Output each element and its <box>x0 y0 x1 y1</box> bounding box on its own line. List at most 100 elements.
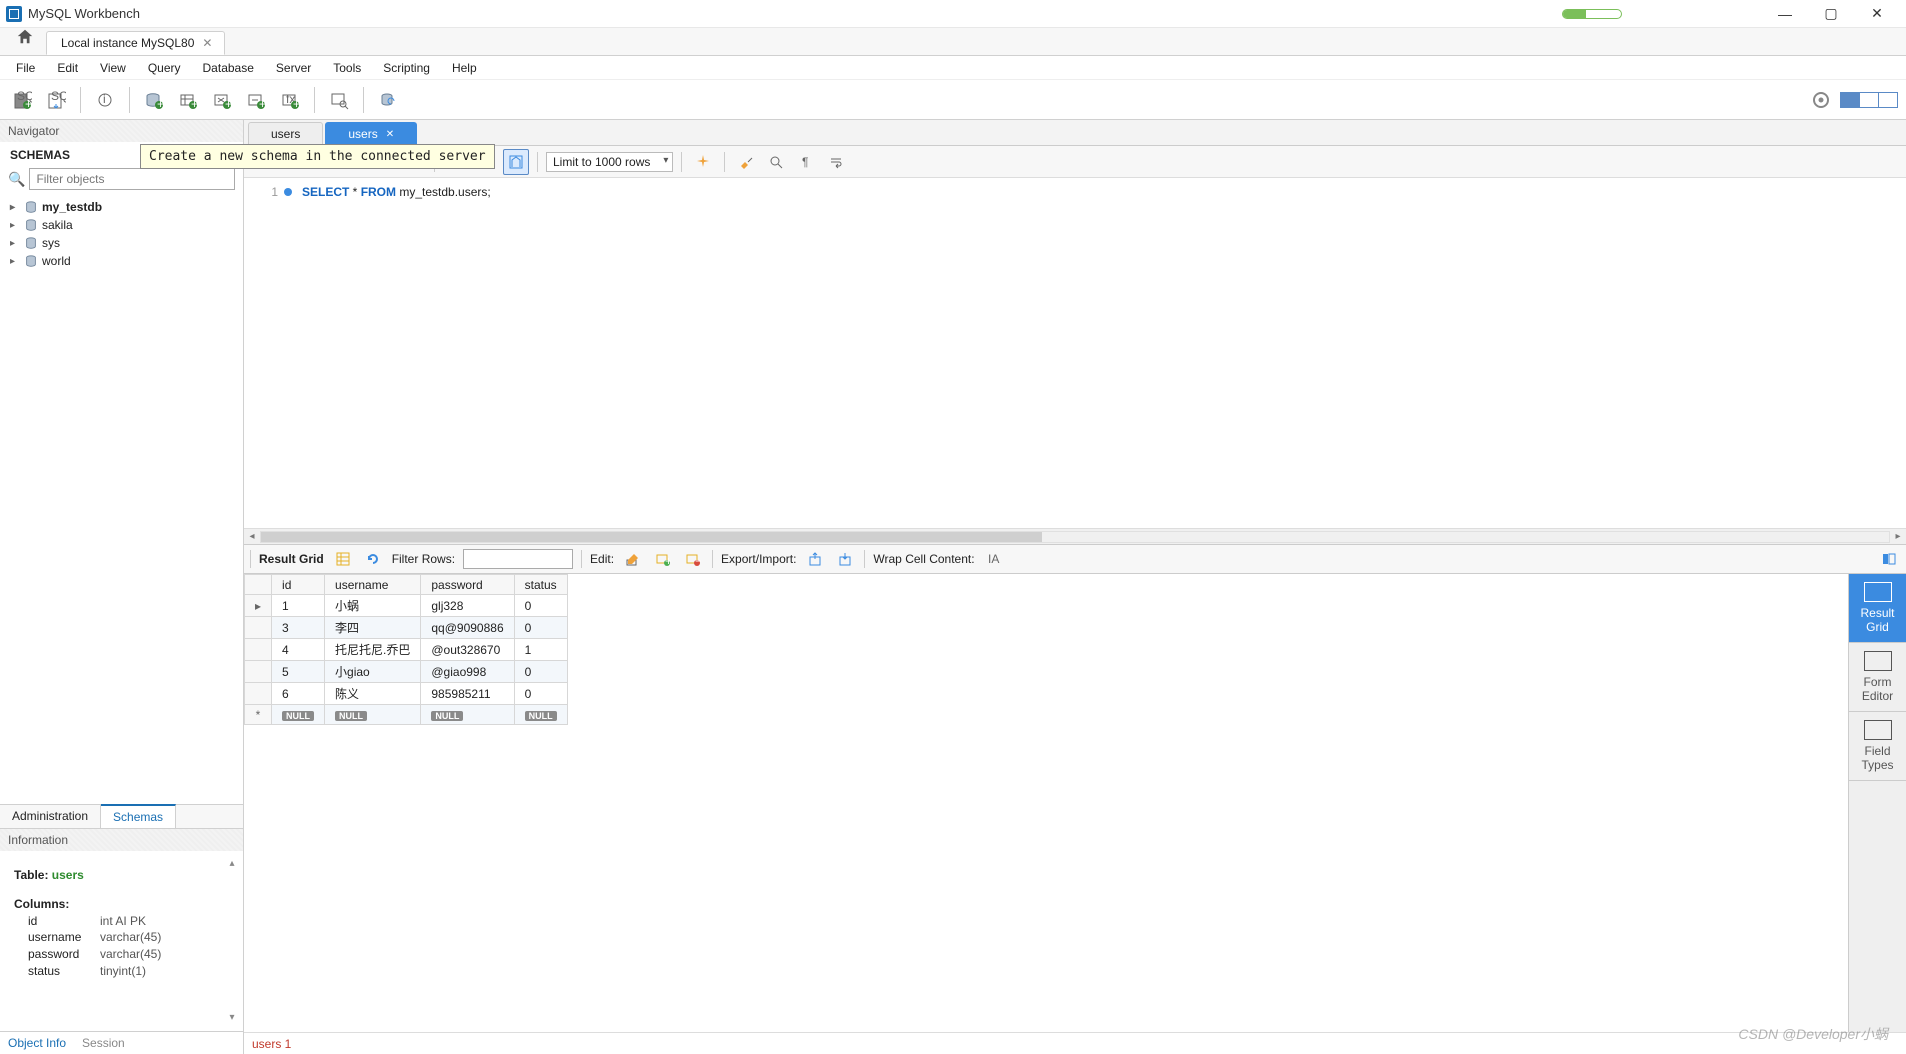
inspector-button[interactable]: i <box>91 86 119 114</box>
tab-object-info[interactable]: Object Info <box>8 1036 66 1050</box>
refresh-button[interactable] <box>362 548 384 570</box>
toggle-invisibles-button[interactable]: ¶ <box>793 149 819 175</box>
close-button[interactable]: ✕ <box>1854 0 1900 28</box>
schema-item-sys[interactable]: ▸sys <box>0 234 243 252</box>
cell-null[interactable]: NULL <box>421 705 514 725</box>
table-row[interactable]: 3李四qq@90908860 <box>245 617 568 639</box>
cell-id[interactable]: 3 <box>272 617 325 639</box>
new-sql-tab-button[interactable]: SQL+ <box>8 86 36 114</box>
cell-id[interactable]: 4 <box>272 639 325 661</box>
schema-item-sakila[interactable]: ▸sakila <box>0 216 243 234</box>
schema-item-my_testdb[interactable]: ▸my_testdb <box>0 198 243 216</box>
export-button[interactable] <box>804 548 826 570</box>
cell-null[interactable]: NULL <box>272 705 325 725</box>
cell-username[interactable]: 小giao <box>325 661 421 683</box>
table-row[interactable]: 5小giao@giao9980 <box>245 661 568 683</box>
cell-status[interactable]: 1 <box>514 639 567 661</box>
menu-tools[interactable]: Tools <box>323 59 371 77</box>
tab-session[interactable]: Session <box>82 1036 125 1050</box>
schema-item-world[interactable]: ▸world <box>0 252 243 270</box>
layout-toggle[interactable] <box>1841 92 1898 108</box>
cell-username[interactable]: 小蜗 <box>325 595 421 617</box>
menu-query[interactable]: Query <box>138 59 191 77</box>
cell-username[interactable]: 李四 <box>325 617 421 639</box>
menu-file[interactable]: File <box>6 59 45 77</box>
autocommit-toggle[interactable] <box>503 149 529 175</box>
row-marker[interactable] <box>245 683 272 705</box>
panel-toggle-button[interactable] <box>1878 548 1900 570</box>
table-row[interactable]: 6陈义9859852110 <box>245 683 568 705</box>
tab-administration[interactable]: Administration <box>0 805 101 828</box>
filter-objects-input[interactable] <box>29 168 235 190</box>
wrap-button[interactable] <box>823 149 849 175</box>
status-tab-users1[interactable]: users 1 <box>252 1037 291 1051</box>
edit-row-button[interactable] <box>622 548 644 570</box>
table-row[interactable]: ▸1小蜗glj3280 <box>245 595 568 617</box>
row-marker[interactable] <box>245 617 272 639</box>
cell-id[interactable]: 6 <box>272 683 325 705</box>
cell-username[interactable]: 陈义 <box>325 683 421 705</box>
create-view-button[interactable]: + <box>208 86 236 114</box>
editor-hscrollbar[interactable]: ◂ ▸ <box>244 528 1906 544</box>
cell-password[interactable]: glj328 <box>421 595 514 617</box>
add-row-button[interactable]: + <box>652 548 674 570</box>
close-icon[interactable]: ✕ <box>386 129 394 140</box>
menu-edit[interactable]: Edit <box>47 59 88 77</box>
editor-tab-2[interactable]: users✕ <box>325 122 417 145</box>
maximize-button[interactable]: ▢ <box>1808 0 1854 28</box>
scroll-down-icon[interactable]: ▾ <box>225 1011 239 1025</box>
cell-null[interactable]: NULL <box>514 705 567 725</box>
create-procedure-button[interactable]: + <box>242 86 270 114</box>
cell-id[interactable]: 5 <box>272 661 325 683</box>
column-header[interactable]: password <box>421 575 514 595</box>
row-marker[interactable]: * <box>245 705 272 725</box>
layout-right-icon[interactable] <box>1878 92 1898 108</box>
tab-schemas[interactable]: Schemas <box>101 804 176 828</box>
beautify-button[interactable] <box>690 149 716 175</box>
cell-password[interactable]: @out328670 <box>421 639 514 661</box>
column-header[interactable]: id <box>272 575 325 595</box>
sql-editor[interactable]: 1 SELECT * FROM my_testdb.users; <box>244 178 1906 528</box>
reconnect-button[interactable] <box>374 86 402 114</box>
expand-icon[interactable]: ▸ <box>10 220 20 231</box>
filter-rows-input[interactable] <box>463 549 573 569</box>
result-grid-icon[interactable] <box>332 548 354 570</box>
expand-icon[interactable]: ▸ <box>10 256 20 267</box>
editor-tab-1[interactable]: users <box>248 122 323 145</box>
cell-password[interactable]: 985985211 <box>421 683 514 705</box>
column-header[interactable]: status <box>514 575 567 595</box>
cell-password[interactable]: qq@9090886 <box>421 617 514 639</box>
scroll-up-icon[interactable]: ▴ <box>225 857 239 871</box>
row-marker[interactable] <box>245 639 272 661</box>
create-table-button[interactable]: + <box>174 86 202 114</box>
search-table-data-button[interactable] <box>325 86 353 114</box>
wrap-cell-button[interactable]: IA <box>983 548 1005 570</box>
side-tab-result-grid[interactable]: Result Grid <box>1849 574 1906 643</box>
result-grid[interactable]: idusernamepasswordstatus▸1小蜗glj32803李四qq… <box>244 574 1848 1032</box>
row-marker[interactable] <box>245 661 272 683</box>
table-row[interactable]: 4托尼托尼.乔巴@out3286701 <box>245 639 568 661</box>
cell-id[interactable]: 1 <box>272 595 325 617</box>
menu-database[interactable]: Database <box>193 59 264 77</box>
row-selector-header[interactable] <box>245 575 272 595</box>
create-schema-button[interactable]: + <box>140 86 168 114</box>
settings-button[interactable] <box>1807 86 1835 114</box>
import-button[interactable] <box>834 548 856 570</box>
home-button[interactable] <box>4 24 46 55</box>
create-function-button[interactable]: fx+ <box>276 86 304 114</box>
layout-bottom-icon[interactable] <box>1859 92 1879 108</box>
row-marker[interactable]: ▸ <box>245 595 272 617</box>
expand-icon[interactable]: ▸ <box>10 238 20 249</box>
layout-left-icon[interactable] <box>1840 92 1860 108</box>
minimize-button[interactable]: ― <box>1762 0 1808 28</box>
scroll-right-icon[interactable]: ▸ <box>1890 531 1906 542</box>
menu-help[interactable]: Help <box>442 59 487 77</box>
cell-username[interactable]: 托尼托尼.乔巴 <box>325 639 421 661</box>
menu-scripting[interactable]: Scripting <box>373 59 440 77</box>
menu-server[interactable]: Server <box>266 59 321 77</box>
find-button[interactable] <box>763 149 789 175</box>
cell-status[interactable]: 0 <box>514 595 567 617</box>
column-header[interactable]: username <box>325 575 421 595</box>
cell-status[interactable]: 0 <box>514 683 567 705</box>
scroll-left-icon[interactable]: ◂ <box>244 531 260 542</box>
